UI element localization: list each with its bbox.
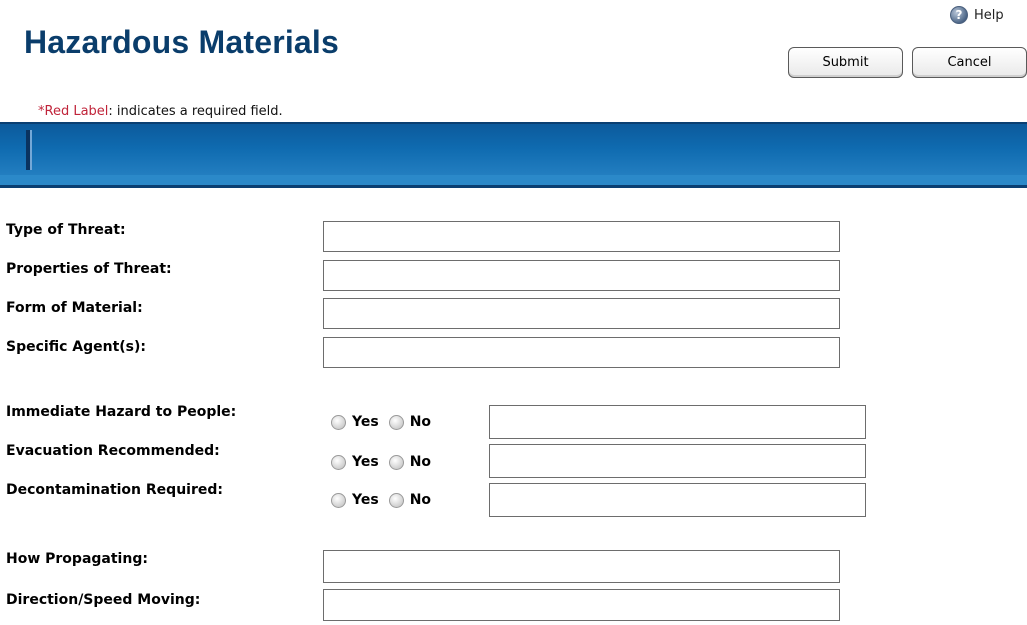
specific-agents-input[interactable] xyxy=(323,337,840,368)
immediate-hazard-radio-group: Yes No xyxy=(331,414,441,430)
decontamination-radio-group: Yes No xyxy=(331,492,441,508)
evacuation-yes-label[interactable]: Yes xyxy=(352,454,379,470)
immediate-hazard-label: Immediate Hazard to People: xyxy=(6,404,237,420)
bar-lower-strip xyxy=(0,175,1027,185)
page-title: Hazardous Materials xyxy=(24,24,340,60)
required-field-note: *Red Label: indicates a required field. xyxy=(38,104,283,119)
decontamination-no-label[interactable]: No xyxy=(410,492,431,508)
decontamination-no-radio[interactable] xyxy=(388,492,404,508)
specific-agents-label: Specific Agent(s): xyxy=(6,339,146,355)
required-red-label: *Red Label xyxy=(38,104,109,119)
decontamination-input[interactable] xyxy=(489,483,866,517)
help-label[interactable]: Help xyxy=(974,8,1004,23)
evacuation-label: Evacuation Recommended: xyxy=(6,443,220,459)
type-of-threat-label: Type of Threat: xyxy=(6,222,126,238)
submit-button[interactable]: Submit xyxy=(788,47,903,78)
evacuation-no-radio[interactable] xyxy=(388,454,404,470)
immediate-hazard-no-label[interactable]: No xyxy=(410,414,431,430)
form-of-material-input[interactable] xyxy=(323,298,840,329)
properties-of-threat-label: Properties of Threat: xyxy=(6,261,172,277)
hazardous-materials-page: Hazardous Materials ? Help Submit Cancel… xyxy=(0,0,1027,625)
section-header-bar xyxy=(0,122,1027,188)
properties-of-threat-input[interactable] xyxy=(323,260,840,291)
tab-divider xyxy=(26,130,32,170)
required-note-text: : indicates a required field. xyxy=(108,104,283,119)
evacuation-yes-radio[interactable] xyxy=(331,454,346,470)
evacuation-no-label[interactable]: No xyxy=(410,454,431,470)
help-link[interactable]: ? Help xyxy=(950,6,1004,24)
evacuation-input[interactable] xyxy=(489,444,866,478)
immediate-hazard-yes-label[interactable]: Yes xyxy=(352,414,379,430)
immediate-hazard-no-radio[interactable] xyxy=(388,414,404,430)
immediate-hazard-yes-radio[interactable] xyxy=(331,414,346,430)
how-propagating-label: How Propagating: xyxy=(6,551,148,567)
direction-speed-input[interactable] xyxy=(323,589,840,621)
how-propagating-input[interactable] xyxy=(323,550,840,583)
decontamination-yes-label[interactable]: Yes xyxy=(352,492,379,508)
decontamination-yes-radio[interactable] xyxy=(331,492,346,508)
cancel-button[interactable]: Cancel xyxy=(912,47,1027,78)
help-icon[interactable]: ? xyxy=(950,6,968,24)
immediate-hazard-input[interactable] xyxy=(489,405,866,439)
decontamination-label: Decontamination Required: xyxy=(6,482,223,498)
evacuation-radio-group: Yes No xyxy=(331,454,441,470)
form-of-material-label: Form of Material: xyxy=(6,300,143,316)
type-of-threat-input[interactable] xyxy=(323,221,840,252)
direction-speed-label: Direction/Speed Moving: xyxy=(6,592,201,608)
